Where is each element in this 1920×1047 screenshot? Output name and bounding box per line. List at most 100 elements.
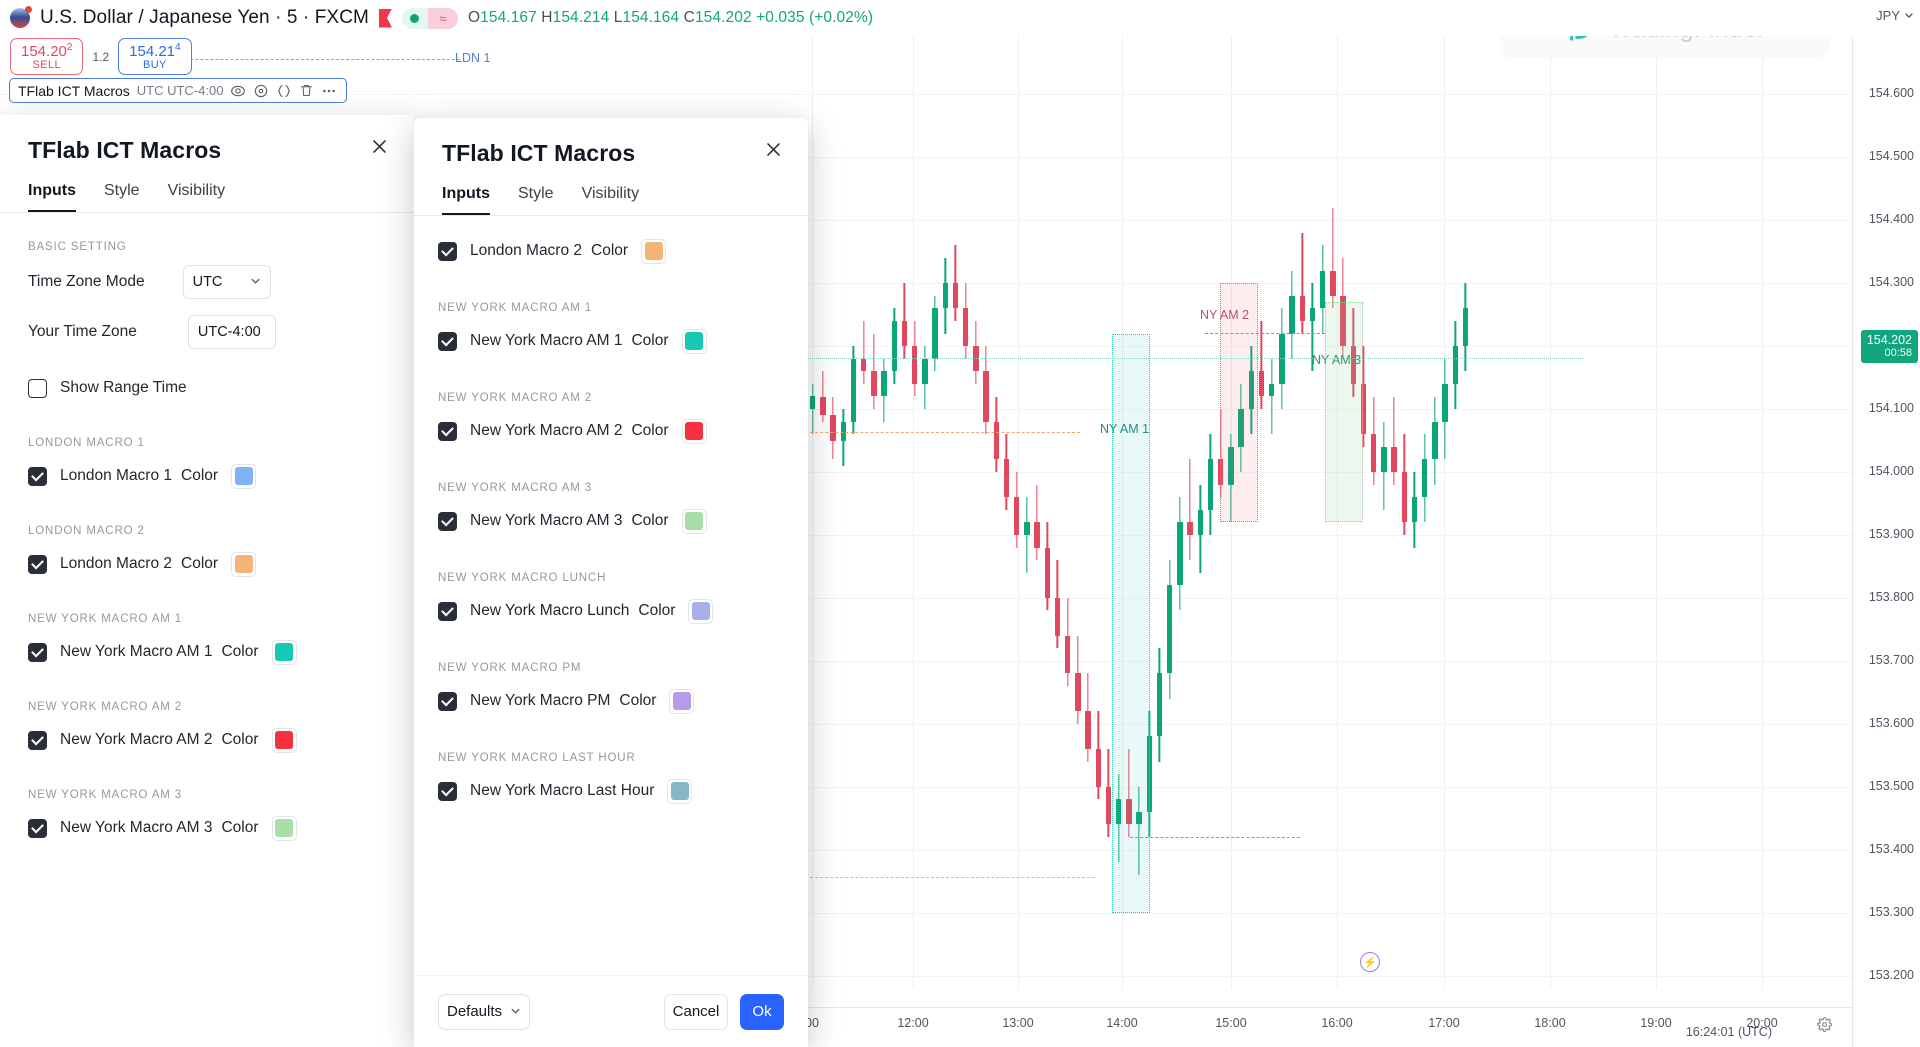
tflab-ict-macros-dialog-back[interactable]: TFlab ICT Macros Inputs Style Visibility… bbox=[0, 115, 414, 1047]
macro-row[interactable]: New York Macro PM Color bbox=[438, 680, 786, 722]
tab-style[interactable]: Style bbox=[518, 185, 554, 215]
candlestick bbox=[1269, 358, 1275, 435]
color-swatch[interactable] bbox=[231, 551, 257, 577]
macro-checkbox[interactable] bbox=[438, 691, 457, 711]
tab-inputs[interactable]: Inputs bbox=[28, 182, 76, 212]
macro-row[interactable]: New York Macro AM 1 Color bbox=[438, 320, 786, 362]
candlestick bbox=[1156, 648, 1163, 762]
macro-checkbox[interactable] bbox=[438, 511, 457, 531]
dialog1-header: TFlab ICT Macros bbox=[0, 115, 414, 164]
time-tick: 17:00 bbox=[1428, 1016, 1460, 1030]
macro-checkbox[interactable] bbox=[28, 818, 47, 838]
macro-checkbox[interactable] bbox=[438, 241, 457, 261]
macro-zone-label: NY AM 2 bbox=[1200, 308, 1250, 322]
candlestick bbox=[810, 383, 816, 435]
show-range-time-checkbox[interactable] bbox=[28, 378, 47, 398]
price-axis[interactable]: 154.700154.600154.500154.400154.300154.2… bbox=[1852, 0, 1920, 1047]
close-icon[interactable] bbox=[366, 133, 392, 159]
dialog1-body[interactable]: BASIC SETTING Time Zone Mode UTC Your Ti… bbox=[0, 213, 414, 1027]
replay-badge-icon[interactable]: ⚡ bbox=[1360, 952, 1380, 972]
macro-checkbox[interactable] bbox=[28, 730, 47, 750]
section-label: NEW YORK MACRO AM 2 bbox=[438, 392, 592, 404]
price-unit-label: JPY bbox=[1876, 8, 1900, 23]
sell-button[interactable]: 154.202 SELL bbox=[10, 38, 84, 76]
close-icon[interactable] bbox=[760, 136, 786, 162]
tab-visibility[interactable]: Visibility bbox=[168, 182, 226, 212]
macro-row[interactable]: New York Macro AM 2 Color bbox=[28, 719, 386, 761]
tflab-ict-macros-dialog-front[interactable]: TFlab ICT Macros Inputs Style Visibility… bbox=[414, 118, 808, 1047]
red-flag-icon[interactable] bbox=[378, 8, 392, 28]
macro-row[interactable]: New York Macro AM 3 Color bbox=[28, 807, 386, 849]
candlestick bbox=[1034, 484, 1040, 561]
color-swatch[interactable] bbox=[271, 639, 297, 665]
macro-row[interactable]: New York Macro Last Hour bbox=[438, 770, 786, 812]
current-price-badge: 154.202 00:58 bbox=[1860, 329, 1918, 363]
color-swatch[interactable] bbox=[271, 727, 297, 753]
status-wave-icon: ≈ bbox=[427, 7, 458, 29]
macro-row[interactable]: New York Macro AM 1 Color bbox=[28, 631, 386, 673]
macro-checkbox[interactable] bbox=[28, 554, 47, 574]
source-code-icon[interactable] bbox=[276, 83, 292, 99]
macro-zone-label: NY AM 3 bbox=[1312, 353, 1362, 367]
eye-icon[interactable] bbox=[230, 83, 246, 99]
candlestick bbox=[830, 396, 836, 460]
dialog2-body[interactable]: London Macro 2 Color NEW YORK MACRO AM 1 Ne… bbox=[414, 216, 808, 976]
macro-checkbox[interactable] bbox=[438, 601, 457, 621]
section-label: NEW YORK MACRO AM 3 bbox=[438, 482, 592, 494]
color-label: Color bbox=[638, 602, 676, 619]
dialog1-tabs[interactable]: Inputs Style Visibility bbox=[0, 164, 414, 212]
macro-level-line bbox=[808, 358, 1583, 359]
show-range-time-row[interactable]: Show Range Time bbox=[28, 367, 386, 409]
section-basic-setting: BASIC SETTING bbox=[28, 241, 127, 253]
ok-button[interactable]: Ok bbox=[740, 993, 784, 1030]
macro-level-line bbox=[1205, 333, 1325, 334]
color-swatch[interactable] bbox=[669, 688, 695, 714]
color-swatch[interactable] bbox=[681, 328, 707, 354]
color-label: Color bbox=[619, 692, 657, 709]
color-swatch[interactable] bbox=[688, 598, 714, 624]
symbol-title[interactable]: U.S. Dollar / Japanese Yen · 5 · FXCM bbox=[40, 7, 369, 29]
price-unit-selector[interactable]: JPY bbox=[1876, 8, 1914, 23]
macro-checkbox[interactable] bbox=[438, 421, 457, 441]
time-zone-mode-row: Time Zone Mode UTC bbox=[28, 261, 386, 303]
indicator-legend-chip[interactable]: TFlab ICT Macros UTC UTC-4:00 bbox=[9, 78, 348, 103]
price-tick: 154.300 bbox=[1868, 275, 1914, 290]
color-swatch[interactable] bbox=[641, 238, 667, 264]
tab-style[interactable]: Style bbox=[104, 182, 140, 212]
macro-row[interactable]: New York Macro AM 3 Color bbox=[438, 500, 786, 542]
color-swatch[interactable] bbox=[271, 815, 297, 841]
settings-icon[interactable] bbox=[253, 83, 269, 99]
dialog2-tabs[interactable]: Inputs Style Visibility bbox=[414, 167, 808, 215]
trash-icon[interactable] bbox=[299, 83, 314, 98]
tab-inputs[interactable]: Inputs bbox=[442, 185, 490, 215]
buy-price-fraction: 4 bbox=[175, 42, 181, 53]
macro-row[interactable]: New York Macro Lunch Color bbox=[438, 590, 786, 632]
macro-row[interactable]: New York Macro AM 2 Color bbox=[438, 410, 786, 452]
connection-status-icon[interactable]: ≈ bbox=[401, 7, 458, 29]
macro-row[interactable]: London Macro 1 Color bbox=[28, 455, 386, 497]
color-swatch[interactable] bbox=[667, 778, 693, 804]
cancel-button[interactable]: Cancel bbox=[664, 993, 728, 1030]
macro-label: New York Macro AM 1 bbox=[60, 643, 213, 660]
macro-checkbox[interactable] bbox=[28, 466, 47, 486]
time-zone-mode-select[interactable]: UTC bbox=[182, 265, 271, 299]
tab-visibility[interactable]: Visibility bbox=[582, 185, 640, 215]
close-label: C bbox=[683, 9, 695, 26]
more-options-icon[interactable] bbox=[321, 83, 337, 99]
defaults-label: Defaults bbox=[446, 1003, 503, 1020]
your-time-zone-input[interactable]: UTC-4:00 bbox=[187, 315, 276, 349]
candlestick bbox=[1065, 597, 1071, 687]
macro-checkbox[interactable] bbox=[438, 331, 457, 351]
color-swatch[interactable] bbox=[681, 418, 707, 444]
macro-row[interactable]: London Macro 2 Color bbox=[28, 543, 386, 585]
macro-checkbox[interactable] bbox=[438, 781, 457, 801]
buy-button[interactable]: 154.214 BUY bbox=[118, 38, 192, 76]
color-swatch[interactable] bbox=[231, 463, 257, 489]
defaults-button[interactable]: Defaults bbox=[438, 993, 530, 1030]
macro-checkbox[interactable] bbox=[28, 642, 47, 662]
candlestick bbox=[1085, 673, 1091, 762]
color-swatch[interactable] bbox=[681, 508, 707, 534]
macro-row[interactable]: London Macro 2 Color bbox=[438, 230, 786, 272]
section-label: NEW YORK MACRO LAST HOUR bbox=[438, 752, 636, 764]
chart-settings-gear-icon[interactable] bbox=[1817, 1017, 1832, 1037]
